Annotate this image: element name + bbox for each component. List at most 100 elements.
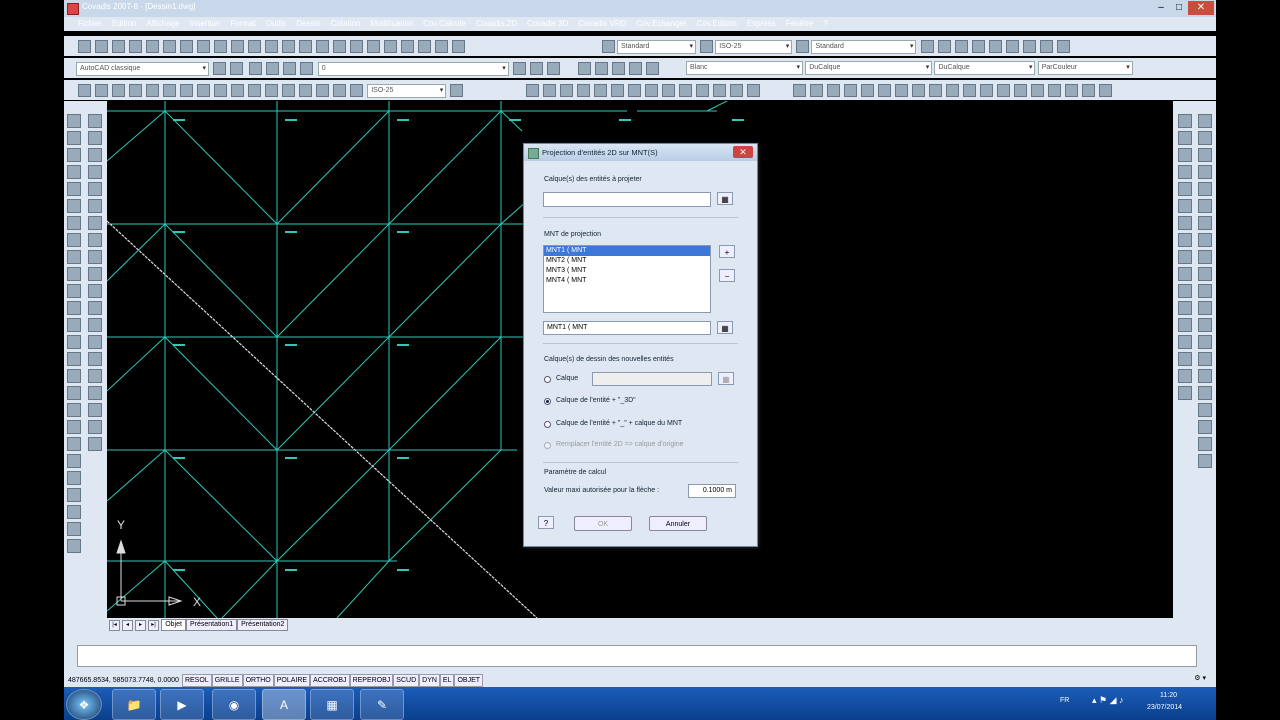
cov-draw-1-icon[interactable] <box>526 84 539 97</box>
undo-icon[interactable] <box>248 40 261 53</box>
paste-icon[interactable] <box>214 40 227 53</box>
modify-move-icon[interactable] <box>1198 199 1212 213</box>
cov-left-b12-icon[interactable] <box>88 301 102 315</box>
cov-right-1-icon[interactable] <box>1178 114 1192 128</box>
cov-left-10-icon[interactable] <box>67 267 81 281</box>
menu-cov-edition[interactable]: Cov.Edition <box>692 17 742 31</box>
menu-insertion[interactable]: Insertion <box>185 17 226 31</box>
cov-left-8-icon[interactable] <box>67 233 81 247</box>
calc-icon[interactable] <box>435 40 448 53</box>
dim-baseline-icon[interactable] <box>231 84 244 97</box>
cov-left-b10-icon[interactable] <box>88 267 102 281</box>
cov-draw-12-icon[interactable] <box>713 84 726 97</box>
dim-continue-icon[interactable] <box>248 84 261 97</box>
status-ortho[interactable]: ORTHO <box>242 674 274 687</box>
polygon-icon[interactable] <box>844 84 857 97</box>
taskbar-media[interactable]: ▶ <box>160 689 204 720</box>
taskbar-explorer[interactable]: 📁 <box>112 689 156 720</box>
cov-left-b16-icon[interactable] <box>88 369 102 383</box>
menu-affichage[interactable]: Affichage <box>141 17 184 31</box>
hatch-icon[interactable] <box>1031 84 1044 97</box>
dim-aligned-icon[interactable] <box>95 84 108 97</box>
mtext-icon[interactable] <box>1099 84 1112 97</box>
gradient-icon[interactable] <box>1048 84 1061 97</box>
cov-left-21-icon[interactable] <box>67 454 81 468</box>
menu-cov-echanger[interactable]: Cov.Echanger <box>631 17 691 31</box>
mnt-list-item[interactable]: MNT1 ( MNT <box>544 246 710 256</box>
menu-edition[interactable]: Edition <box>107 17 141 31</box>
cov-draw-3-icon[interactable] <box>560 84 573 97</box>
status-objet[interactable]: OBJET <box>454 674 484 687</box>
text-style-select[interactable]: Standard <box>617 39 696 54</box>
dim-arc-icon[interactable] <box>112 84 125 97</box>
cov-left-b2-icon[interactable] <box>88 131 102 145</box>
cov-draw-9-icon[interactable] <box>662 84 675 97</box>
checkbox-replace[interactable] <box>544 442 551 449</box>
menu-covadis-2d[interactable]: Covadis 2D <box>471 17 522 31</box>
open-icon[interactable] <box>95 40 108 53</box>
cov-left-7-icon[interactable] <box>67 216 81 230</box>
dim-style-select-2[interactable]: ISO-25 <box>367 83 447 98</box>
menu-dessin[interactable]: Dessin <box>291 17 325 31</box>
markup-icon[interactable] <box>418 40 431 53</box>
status-el[interactable]: EL <box>439 674 455 687</box>
cov-left-2-icon[interactable] <box>67 131 81 145</box>
layers-to-project-input[interactable] <box>543 192 711 207</box>
region-icon[interactable] <box>1065 84 1078 97</box>
tab-first-button[interactable]: |◂ <box>109 620 120 631</box>
mnt-list-item[interactable]: MNT3 ( MNT <box>544 266 710 276</box>
cov-right-3-icon[interactable] <box>1178 148 1192 162</box>
cov-left-b17-icon[interactable] <box>88 386 102 400</box>
cov-left-19-icon[interactable] <box>67 420 81 434</box>
cov-right-9-icon[interactable] <box>1178 250 1192 264</box>
cov-left-17-icon[interactable] <box>67 386 81 400</box>
dim-edit-icon[interactable] <box>316 84 329 97</box>
cov-left-b4-icon[interactable] <box>88 165 102 179</box>
style-5-icon[interactable] <box>646 62 659 75</box>
inquiry-5-icon[interactable] <box>1198 454 1212 468</box>
cov-left-23-icon[interactable] <box>67 488 81 502</box>
cov-left-24-icon[interactable] <box>67 505 81 519</box>
close-button[interactable]: ✕ <box>1188 1 1214 15</box>
dim-ordinate-icon[interactable] <box>129 84 142 97</box>
print-icon[interactable] <box>129 40 142 53</box>
cov-left-12-icon[interactable] <box>67 301 81 315</box>
sheet-set-icon[interactable] <box>401 40 414 53</box>
style-3-icon[interactable] <box>612 62 625 75</box>
layer-previous-icon[interactable] <box>529 62 543 75</box>
zoom-realtime-icon[interactable] <box>299 40 312 53</box>
quick-dim-icon[interactable] <box>214 84 227 97</box>
tray-icons[interactable]: ▴ ⚑ ◢ ♪ <box>1092 695 1124 706</box>
start-button[interactable]: ❖ <box>66 689 102 720</box>
ellipse-arc-icon[interactable] <box>963 84 976 97</box>
cov-tool-9-icon[interactable] <box>1056 40 1070 53</box>
cov-left-15-icon[interactable] <box>67 352 81 366</box>
modify-mirror-icon[interactable] <box>1198 148 1212 162</box>
radio-calque-mnt[interactable] <box>544 421 551 428</box>
style-1-icon[interactable] <box>578 62 591 75</box>
status-polaire[interactable]: POLAIRE <box>273 674 311 687</box>
cov-right-2-icon[interactable] <box>1178 131 1192 145</box>
dim-linear-icon[interactable] <box>78 84 91 97</box>
cov-draw-2-icon[interactable] <box>543 84 556 97</box>
cut-icon[interactable] <box>180 40 193 53</box>
ellipse-icon[interactable] <box>946 84 959 97</box>
status-resol[interactable]: RESOL <box>181 674 212 687</box>
taskbar-app2[interactable]: ✎ <box>360 689 404 720</box>
cov-left-b7-icon[interactable] <box>88 216 102 230</box>
tab-prev-button[interactable]: ◂ <box>122 620 133 631</box>
cov-draw-10-icon[interactable] <box>679 84 692 97</box>
language-indicator[interactable]: FR <box>1060 697 1069 704</box>
modify-scale-icon[interactable] <box>1198 233 1212 247</box>
cov-right-11-icon[interactable] <box>1178 284 1192 298</box>
modify-rotate-icon[interactable] <box>1198 216 1212 230</box>
menu-modification[interactable]: Modification <box>365 17 418 31</box>
cov-left-18-icon[interactable] <box>67 403 81 417</box>
linetype-select[interactable]: DuCalque <box>805 61 933 75</box>
tolerance-icon[interactable] <box>282 84 295 97</box>
cov-left-b8-icon[interactable] <box>88 233 102 247</box>
cov-right-4-icon[interactable] <box>1178 165 1192 179</box>
menu-covadis-3d[interactable]: Covadis 3D <box>522 17 573 31</box>
cov-left-6-icon[interactable] <box>67 199 81 213</box>
cov-tool-2-icon[interactable] <box>937 40 951 53</box>
